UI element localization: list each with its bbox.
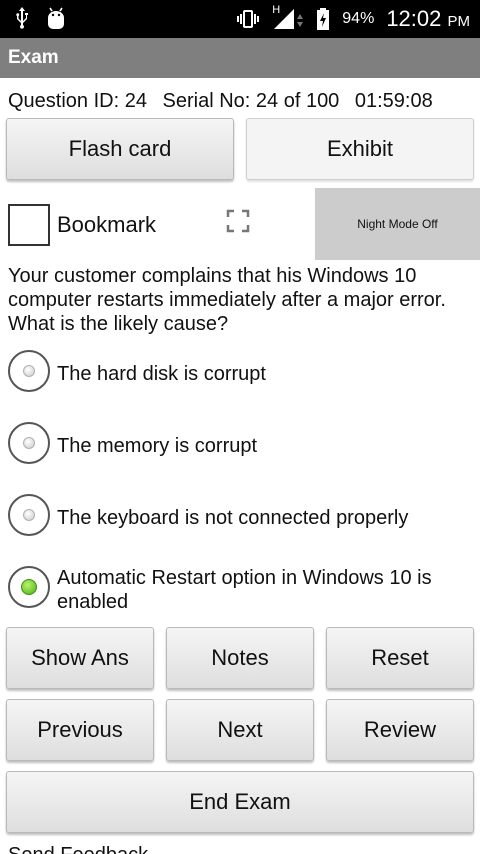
bookmark-checkbox[interactable] [8,204,50,246]
timer: 01:59:08 [354,90,433,112]
radio-button[interactable] [8,494,50,536]
send-feedback-link[interactable]: Send Feedback [8,844,148,854]
flash-card-button[interactable]: Flash card [6,118,234,180]
option-label: Automatic Restart option in Windows 10 i… [57,567,432,613]
serial-number: Serial No: 24 of 100 [162,90,340,112]
status-bar: H 94% 12:02 PM [0,0,480,38]
answer-option-4[interactable]: Automatic Restart option in Windows 10 i… [8,566,478,616]
battery-charging-icon [317,8,330,30]
clock-ampm: PM [447,13,471,30]
show-answer-button[interactable]: Show Ans [6,627,154,689]
network-type: H [272,4,281,16]
previous-button[interactable]: Previous [6,699,154,761]
clock: 12:02 PM [386,6,470,32]
radio-button[interactable] [8,350,50,392]
question-id: Question ID: 24 [8,90,147,112]
night-mode-toggle[interactable]: Night Mode Off [315,188,480,260]
fullscreen-icon[interactable] [226,209,250,233]
review-button[interactable]: Review [326,699,474,761]
answer-option-2[interactable]: The memory is corrupt [8,422,478,466]
android-debug-icon [48,7,64,29]
clock-time: 12:02 [386,6,442,31]
answer-option-1[interactable]: The hard disk is corrupt [8,350,478,394]
battery-percent: 94% [342,10,375,27]
end-exam-button[interactable]: End Exam [6,771,474,833]
usb-icon [16,7,28,29]
answer-option-3[interactable]: The keyboard is not connected properly [8,494,478,538]
reset-button[interactable]: Reset [326,627,474,689]
app-title-bar: Exam [0,38,480,78]
option-label: The hard disk is corrupt [57,363,266,385]
radio-button-selected[interactable] [8,566,50,608]
next-button[interactable]: Next [166,699,314,761]
option-label: The keyboard is not connected properly [57,507,409,529]
exhibit-button[interactable]: Exhibit [246,118,474,180]
question-text: Your customer complains that his Windows… [8,265,446,335]
app-title: Exam [8,47,59,68]
notes-button[interactable]: Notes [166,627,314,689]
vibrate-icon [237,10,260,28]
exam-info-line: Question ID: 24 Serial No: 24 of 100 01:… [8,90,478,113]
option-label: The memory is corrupt [57,435,258,457]
bookmark-label: Bookmark [57,212,157,237]
radio-button[interactable] [8,422,50,464]
